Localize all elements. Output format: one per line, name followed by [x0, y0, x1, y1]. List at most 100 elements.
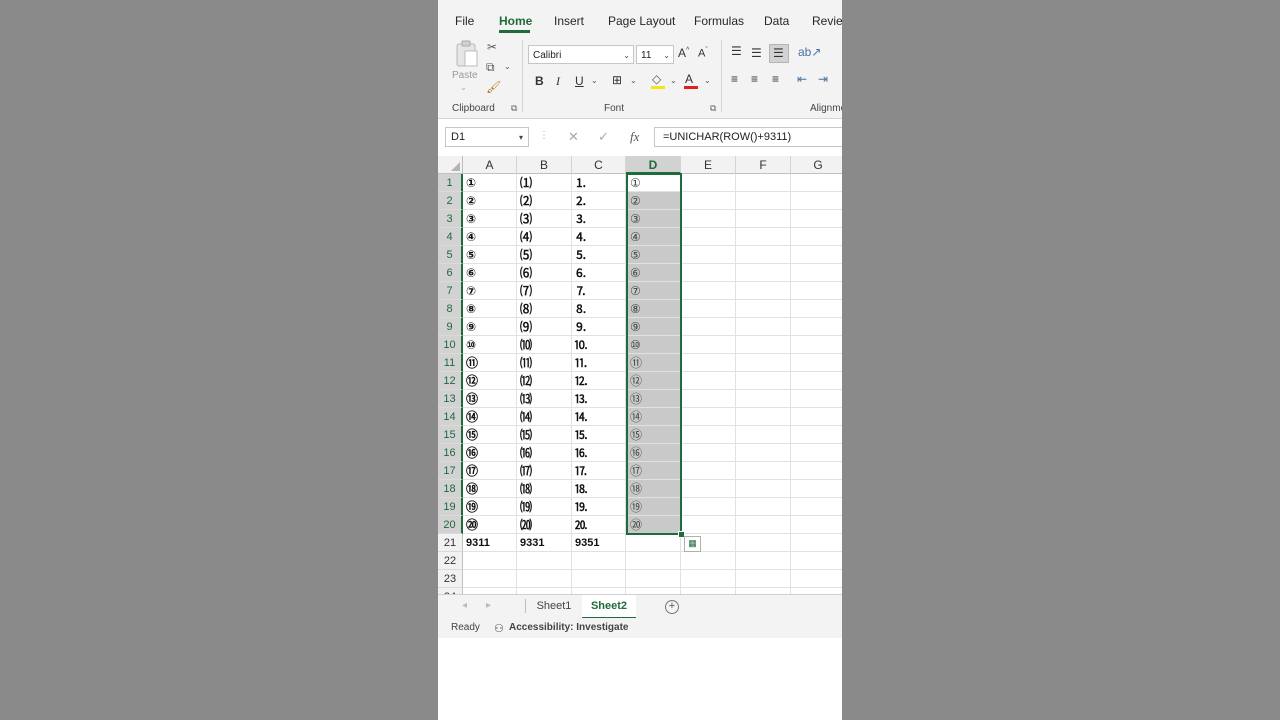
- cell-f16[interactable]: [736, 444, 791, 462]
- cell-d23[interactable]: [626, 570, 681, 588]
- cell-g21[interactable]: [791, 534, 842, 552]
- font-color-icon[interactable]: A: [685, 72, 693, 86]
- column-header-c[interactable]: C: [572, 156, 626, 174]
- accessibility-status[interactable]: Accessibility: Investigate: [509, 622, 629, 633]
- cell-f8[interactable]: [736, 300, 791, 318]
- row-header[interactable]: 16: [438, 444, 463, 462]
- paste-button-label[interactable]: Paste: [452, 70, 478, 81]
- cell-c20[interactable]: ⒛: [572, 516, 626, 534]
- cell-f15[interactable]: [736, 426, 791, 444]
- fill-color-dropdown-icon[interactable]: ⌄: [670, 76, 677, 85]
- cell-f2[interactable]: [736, 192, 791, 210]
- cell-c8[interactable]: ⒏: [572, 300, 626, 318]
- align-middle-icon[interactable]: ☰: [751, 46, 762, 60]
- cell-b7[interactable]: ⑺: [517, 282, 572, 300]
- row-header[interactable]: 9: [438, 318, 463, 336]
- cell-d12[interactable]: ⑫: [626, 372, 681, 390]
- cell-e10[interactable]: [681, 336, 736, 354]
- align-left-icon[interactable]: ≡: [731, 72, 738, 86]
- cell-b11[interactable]: ⑾: [517, 354, 572, 372]
- cell-e12[interactable]: [681, 372, 736, 390]
- cell-b14[interactable]: ⒁: [517, 408, 572, 426]
- cell-f12[interactable]: [736, 372, 791, 390]
- cell-a17[interactable]: ⑰: [463, 462, 517, 480]
- row-header[interactable]: 1: [438, 174, 463, 192]
- cell-b12[interactable]: ⑿: [517, 372, 572, 390]
- increase-indent-icon[interactable]: ⇥: [818, 72, 828, 86]
- cell-e14[interactable]: [681, 408, 736, 426]
- cell-c17[interactable]: ⒘: [572, 462, 626, 480]
- cell-g9[interactable]: [791, 318, 842, 336]
- cell-b21[interactable]: 9331: [517, 534, 572, 552]
- cell-f3[interactable]: [736, 210, 791, 228]
- cell-b16[interactable]: ⒃: [517, 444, 572, 462]
- decrease-indent-icon[interactable]: ⇤: [797, 72, 807, 86]
- cell-a19[interactable]: ⑲: [463, 498, 517, 516]
- cell-f23[interactable]: [736, 570, 791, 588]
- name-box[interactable]: D1 ▾: [445, 127, 529, 147]
- cell-a23[interactable]: [463, 570, 517, 588]
- cell-d11[interactable]: ⑪: [626, 354, 681, 372]
- cell-e9[interactable]: [681, 318, 736, 336]
- increase-font-icon[interactable]: A^: [678, 46, 689, 60]
- cell-e6[interactable]: [681, 264, 736, 282]
- enter-icon[interactable]: ✓: [598, 129, 609, 145]
- cell-b20[interactable]: ⒇: [517, 516, 572, 534]
- font-launcher-icon[interactable]: ⧉: [710, 103, 716, 114]
- cell-e13[interactable]: [681, 390, 736, 408]
- cell-e15[interactable]: [681, 426, 736, 444]
- cell-a21[interactable]: 9311: [463, 534, 517, 552]
- cell-c1[interactable]: ⒈: [572, 174, 626, 192]
- cell-d14[interactable]: ⑭: [626, 408, 681, 426]
- bold-icon[interactable]: B: [535, 74, 544, 88]
- font-color-dropdown-icon[interactable]: ⌄: [704, 76, 711, 85]
- cell-a12[interactable]: ⑫: [463, 372, 517, 390]
- cell-g10[interactable]: [791, 336, 842, 354]
- row-header[interactable]: 2: [438, 192, 463, 210]
- cell-g4[interactable]: [791, 228, 842, 246]
- cell-g11[interactable]: [791, 354, 842, 372]
- cell-d21[interactable]: [626, 534, 681, 552]
- cell-d5[interactable]: ⑤: [626, 246, 681, 264]
- cell-g22[interactable]: [791, 552, 842, 570]
- column-header-e[interactable]: E: [681, 156, 736, 174]
- select-all-button[interactable]: [438, 156, 463, 174]
- cell-g19[interactable]: [791, 498, 842, 516]
- borders-icon[interactable]: ⊞: [612, 73, 622, 87]
- cell-f17[interactable]: [736, 462, 791, 480]
- cell-c11[interactable]: ⒒: [572, 354, 626, 372]
- row-header[interactable]: 8: [438, 300, 463, 318]
- row-header[interactable]: 21: [438, 534, 463, 552]
- orientation-icon[interactable]: ab↗: [798, 45, 821, 59]
- cell-a11[interactable]: ⑪: [463, 354, 517, 372]
- cell-b13[interactable]: ⒀: [517, 390, 572, 408]
- cell-d8[interactable]: ⑧: [626, 300, 681, 318]
- row-header[interactable]: 4: [438, 228, 463, 246]
- cell-g20[interactable]: [791, 516, 842, 534]
- sheet-tab-sheet2[interactable]: Sheet2: [582, 595, 636, 619]
- cell-g17[interactable]: [791, 462, 842, 480]
- cell-e3[interactable]: [681, 210, 736, 228]
- cell-d3[interactable]: ③: [626, 210, 681, 228]
- column-header-b[interactable]: B: [517, 156, 572, 174]
- insert-function-icon[interactable]: fx: [630, 129, 639, 145]
- cell-e5[interactable]: [681, 246, 736, 264]
- cell-g15[interactable]: [791, 426, 842, 444]
- cell-c9[interactable]: ⒐: [572, 318, 626, 336]
- cell-c13[interactable]: ⒔: [572, 390, 626, 408]
- cell-b23[interactable]: [517, 570, 572, 588]
- cell-a14[interactable]: ⑭: [463, 408, 517, 426]
- row-header[interactable]: 7: [438, 282, 463, 300]
- tab-home[interactable]: Home: [499, 14, 532, 28]
- cell-b3[interactable]: ⑶: [517, 210, 572, 228]
- cell-a4[interactable]: ④: [463, 228, 517, 246]
- cell-f18[interactable]: [736, 480, 791, 498]
- cell-c16[interactable]: ⒗: [572, 444, 626, 462]
- cell-e11[interactable]: [681, 354, 736, 372]
- tab-data[interactable]: Data: [764, 14, 789, 28]
- cell-f21[interactable]: [736, 534, 791, 552]
- cell-f11[interactable]: [736, 354, 791, 372]
- row-header[interactable]: 14: [438, 408, 463, 426]
- cut-icon[interactable]: ✂: [487, 40, 497, 54]
- sheet-next-icon[interactable]: ▸: [486, 600, 491, 611]
